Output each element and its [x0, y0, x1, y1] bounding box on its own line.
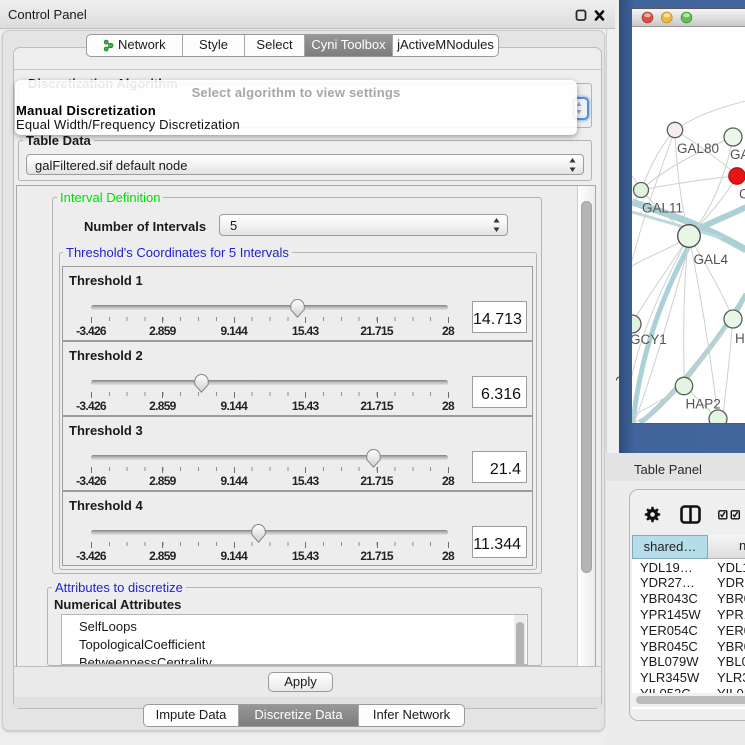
svg-text:GAL4: GAL4: [694, 252, 729, 267]
svg-text:HIS4: HIS4: [735, 331, 745, 346]
svg-text:GAL11: GAL11: [642, 201, 683, 216]
svg-text:GCY1: GCY1: [632, 332, 667, 347]
svg-text:CY: CY: [739, 187, 745, 202]
svg-text:GAL80: GAL80: [677, 141, 719, 156]
svg-text:HAP2: HAP2: [686, 397, 721, 412]
svg-text:GA: GA: [730, 147, 745, 162]
